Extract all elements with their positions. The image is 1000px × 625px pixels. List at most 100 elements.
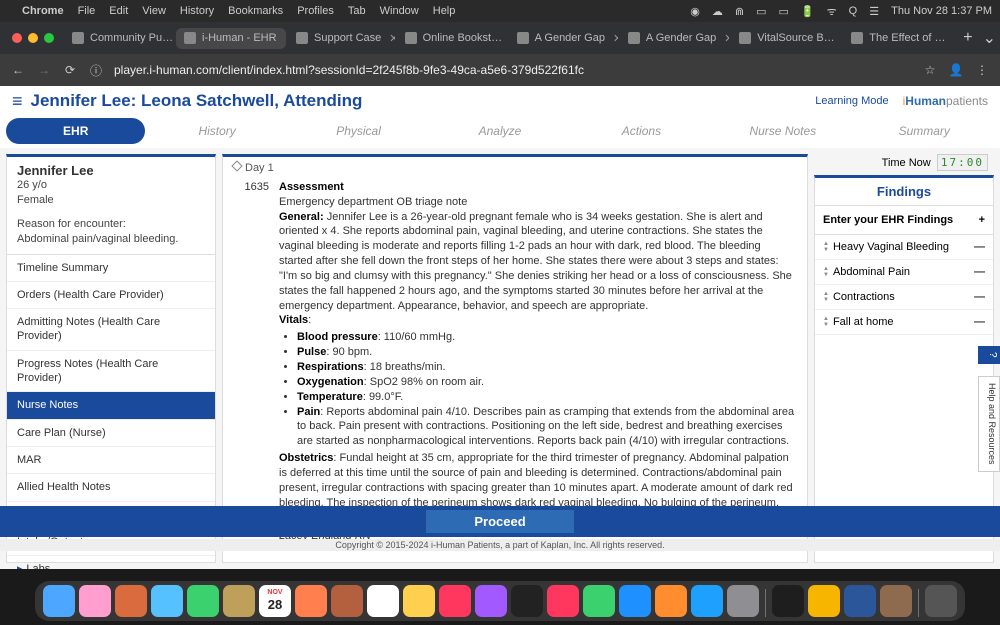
menu-file[interactable]: File xyxy=(78,5,96,17)
status-icon[interactable]: ▭ xyxy=(756,5,766,18)
remove-icon[interactable]: — xyxy=(974,316,985,328)
tab-overflow-icon[interactable]: ⌄ xyxy=(983,28,996,48)
dock-app-icon[interactable] xyxy=(439,585,471,617)
dock-app-icon[interactable] xyxy=(43,585,75,617)
clock[interactable]: Thu Nov 28 1:37 PM xyxy=(891,5,992,17)
close-window-icon[interactable] xyxy=(12,33,22,43)
reorder-icon[interactable]: ▲▼ xyxy=(823,241,829,253)
window-controls[interactable] xyxy=(12,33,54,43)
minimize-window-icon[interactable] xyxy=(28,33,38,43)
menu-edit[interactable]: Edit xyxy=(109,5,128,17)
menu-bookmarks[interactable]: Bookmarks xyxy=(228,5,283,17)
help-resources-tab[interactable]: Help and Resources xyxy=(978,376,1000,472)
close-tab-icon[interactable]: ✕ xyxy=(285,32,286,45)
dock-app-icon[interactable] xyxy=(187,585,219,617)
sidenav-item[interactable]: Allied Health Notes xyxy=(7,474,215,501)
finding-item[interactable]: ▲▼Fall at home— xyxy=(815,310,993,335)
dock-app-icon[interactable] xyxy=(223,585,255,617)
status-icon[interactable]: ◉ xyxy=(690,5,700,18)
browser-tab[interactable]: Support Case✕ xyxy=(288,28,395,49)
help-tab[interactable]: ? xyxy=(978,346,1000,364)
sidenav-item[interactable]: Care Plan (Nurse) xyxy=(7,420,215,447)
main-tab-ehr[interactable]: EHR xyxy=(6,118,145,144)
browser-tab[interactable]: Community Pu…✕ xyxy=(64,28,174,49)
dock-app-icon[interactable] xyxy=(115,585,147,617)
dock-app-icon[interactable] xyxy=(295,585,327,617)
address-bar[interactable]: player.i-human.com/client/index.html?ses… xyxy=(114,63,912,77)
remove-icon[interactable]: — xyxy=(974,241,985,253)
sidenav-item[interactable]: Progress Notes (Health Care Provider) xyxy=(7,351,215,393)
site-info-icon[interactable]: ⓘ xyxy=(88,62,104,79)
control-center-icon[interactable]: ☰ xyxy=(869,5,879,18)
sidenav-item[interactable]: Labs xyxy=(7,556,215,569)
dock-app-icon[interactable] xyxy=(619,585,651,617)
dock-app-icon[interactable] xyxy=(403,585,435,617)
reload-button[interactable]: ⟳ xyxy=(62,63,78,77)
browser-tab[interactable]: VitalSource B…✕ xyxy=(731,28,841,49)
reorder-icon[interactable]: ▲▼ xyxy=(823,316,829,328)
chrome-menu-icon[interactable]: ⋮ xyxy=(974,63,990,77)
app-name[interactable]: Chrome xyxy=(22,5,64,17)
remove-icon[interactable]: — xyxy=(974,291,985,303)
finding-item[interactable]: ▲▼Heavy Vaginal Bleeding— xyxy=(815,235,993,260)
browser-tab[interactable]: A Gender Gap✕ xyxy=(620,28,729,49)
menu-view[interactable]: View xyxy=(142,5,166,17)
remove-icon[interactable]: — xyxy=(974,266,985,278)
sidenav-item[interactable]: Nurse Notes xyxy=(7,392,215,419)
close-tab-icon[interactable]: ✕ xyxy=(724,32,729,45)
dock-app-icon[interactable] xyxy=(547,585,579,617)
plus-icon[interactable]: + xyxy=(979,214,985,226)
browser-tab[interactable]: A Gender Gap✕ xyxy=(509,28,618,49)
main-tab-analyze[interactable]: Analyze xyxy=(430,118,569,144)
close-tab-icon[interactable]: ✕ xyxy=(389,32,394,45)
dock-app-icon[interactable] xyxy=(367,585,399,617)
browser-tab[interactable]: Online Bookst…✕ xyxy=(397,28,507,49)
dock-app-icon[interactable] xyxy=(475,585,507,617)
main-tab-summary[interactable]: Summary xyxy=(855,118,994,144)
dock-app-icon[interactable] xyxy=(151,585,183,617)
sidenav-item[interactable]: Admitting Notes (Health Care Provider) xyxy=(7,309,215,351)
trash-icon[interactable] xyxy=(925,585,957,617)
back-button[interactable]: ← xyxy=(10,63,26,77)
dock-app-icon[interactable]: NOV28 xyxy=(259,585,291,617)
sidenav-item[interactable]: MAR xyxy=(7,447,215,474)
search-icon[interactable]: Q xyxy=(849,5,858,17)
sidenav-item[interactable]: Timeline Summary xyxy=(7,255,215,282)
main-tab-actions[interactable]: Actions xyxy=(572,118,711,144)
status-icon[interactable]: ☁ xyxy=(712,5,723,18)
main-tab-physical[interactable]: Physical xyxy=(289,118,428,144)
status-icon[interactable]: ⋒ xyxy=(735,5,744,18)
browser-tab[interactable]: i-Human - EHR✕ xyxy=(176,28,286,49)
menu-window[interactable]: Window xyxy=(380,5,419,17)
reorder-icon[interactable]: ▲▼ xyxy=(823,266,829,278)
dock-app-icon[interactable] xyxy=(844,585,876,617)
status-icon[interactable]: 🔋 xyxy=(801,5,815,18)
zoom-window-icon[interactable] xyxy=(44,33,54,43)
main-tab-nurse-notes[interactable]: Nurse Notes xyxy=(713,118,852,144)
proceed-button[interactable]: Proceed xyxy=(426,510,573,533)
browser-tab[interactable]: The Effect of …✕ xyxy=(843,28,953,49)
wifi-icon[interactable]: ᯤ xyxy=(827,4,837,19)
dock-app-icon[interactable] xyxy=(772,585,804,617)
main-tab-history[interactable]: History xyxy=(147,118,286,144)
menu-tab[interactable]: Tab xyxy=(348,5,366,17)
hamburger-icon[interactable]: ≡ xyxy=(12,91,23,112)
new-tab-button[interactable]: + xyxy=(955,29,980,47)
profile-icon[interactable]: 👤 xyxy=(948,63,964,77)
menu-history[interactable]: History xyxy=(180,5,214,17)
finding-item[interactable]: ▲▼Contractions— xyxy=(815,285,993,310)
status-icon[interactable]: ▭ xyxy=(779,5,789,18)
dock-app-icon[interactable] xyxy=(511,585,543,617)
dock-app-icon[interactable] xyxy=(808,585,840,617)
dock-app-icon[interactable] xyxy=(691,585,723,617)
dock-app-icon[interactable] xyxy=(727,585,759,617)
dock-app-icon[interactable] xyxy=(583,585,615,617)
dock-app-icon[interactable] xyxy=(655,585,687,617)
dock-app-icon[interactable] xyxy=(880,585,912,617)
finding-item[interactable]: ▲▼Abdominal Pain— xyxy=(815,260,993,285)
menu-help[interactable]: Help xyxy=(433,5,456,17)
bookmark-icon[interactable]: ☆ xyxy=(922,63,938,77)
dock-app-icon[interactable] xyxy=(331,585,363,617)
sidenav-item[interactable]: Orders (Health Care Provider) xyxy=(7,282,215,309)
menu-profiles[interactable]: Profiles xyxy=(297,5,334,17)
